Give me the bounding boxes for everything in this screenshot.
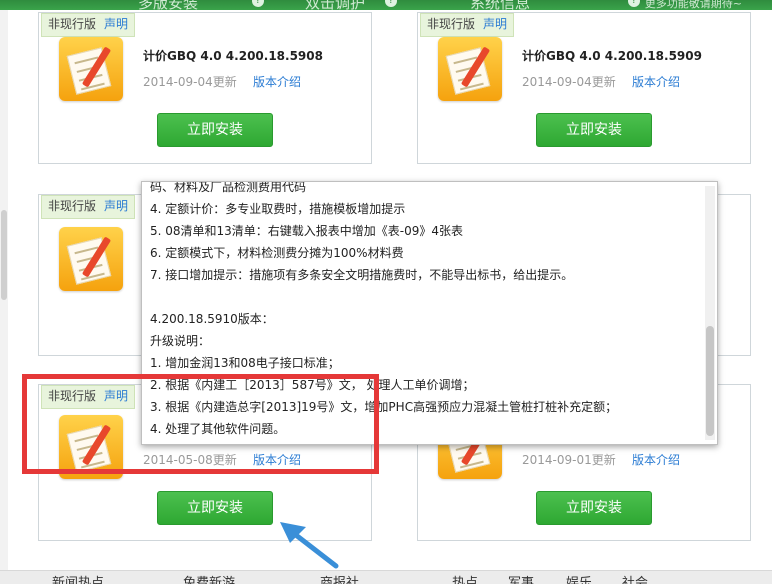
tag-label: 非现行版 <box>48 199 97 213</box>
tag-label: 非现行版 <box>427 17 476 31</box>
note-line: 5. 08清单和13清单：右键载入报表中增加《表-09》4张表 <box>150 224 464 238</box>
update-date: 2014-09-04更新 <box>522 75 616 89</box>
bottom-tab[interactable]: 社会 <box>622 572 648 584</box>
version-intro-link[interactable]: 版本介绍 <box>253 73 301 90</box>
note-line <box>150 286 699 308</box>
bottom-news-bar: 新闻热点 免费新游 商报社 热点 军事 娱乐 社会 <box>0 570 772 584</box>
statement-link[interactable]: 声明 <box>483 17 507 31</box>
left-scrollbar[interactable] <box>0 10 8 570</box>
non-current-tag: 非现行版 声明 <box>41 195 136 219</box>
version-card: 非现行版 声明 计价GBQ 4.0 4.200.18.5908 2014-09-0… <box>38 12 372 164</box>
bottom-link[interactable]: 商报社 <box>320 572 359 584</box>
statement-link[interactable]: 声明 <box>104 199 128 213</box>
top-nav-bar: 多版安装 ? 双击调护 ? 系统信息 ? 更多功能敬请期待~ <box>0 0 772 10</box>
statement-link[interactable]: 声明 <box>104 17 128 31</box>
note-line: 4. 定额计价：多专业取费时，措施模板增加提示 <box>150 202 406 216</box>
install-button[interactable]: 立即安装 <box>157 491 273 525</box>
nav-double-click[interactable]: 双击调护 <box>305 0 365 10</box>
note-line: 7. 接口增加提示：措施项有多条安全文明措施费时，不能导出标书，给出提示。 <box>150 268 574 282</box>
popup-scroll-thumb[interactable] <box>706 326 714 436</box>
install-button[interactable]: 立即安装 <box>536 491 652 525</box>
bottom-link[interactable]: 新闻热点 <box>52 572 104 584</box>
product-icon <box>59 37 123 101</box>
product-title: 计价GBQ 4.0 4.200.18.5909 <box>522 49 702 63</box>
bottom-tab[interactable]: 娱乐 <box>566 572 592 584</box>
product-title: 计价GBQ 4.0 4.200.18.5908 <box>143 49 323 63</box>
popup-scrollbar[interactable] <box>705 186 715 440</box>
note-line: 1. 增加金润13和08电子接口标准； <box>150 356 340 370</box>
highlight-box <box>22 374 379 474</box>
bottom-tab[interactable]: 热点 <box>452 572 478 584</box>
more-features-text: 更多功能敬请期待~ <box>644 0 742 10</box>
help-icon[interactable]: ? <box>385 0 397 7</box>
product-icon <box>438 37 502 101</box>
note-line: 6. 定额模式下，材料检测费分摊为100%材料费 <box>150 246 404 260</box>
non-current-tag: 非现行版 声明 <box>41 13 136 37</box>
update-date: 2014-09-01更新 <box>522 453 616 467</box>
note-line: 4.200.18.5910版本： <box>150 312 274 326</box>
version-intro-link[interactable]: 版本介绍 <box>632 73 680 90</box>
bottom-link[interactable]: 免费新游 <box>183 572 235 584</box>
version-intro-link[interactable]: 版本介绍 <box>632 451 680 468</box>
version-card: 非现行版 声明 计价GBQ 4.0 4.200.18.5909 2014-09-0… <box>417 12 751 164</box>
help-icon[interactable]: ? <box>628 0 640 7</box>
note-line: 码、材料及厂品检测费用代码 <box>150 181 307 194</box>
update-date: 2014-09-04更新 <box>143 75 237 89</box>
non-current-tag: 非现行版 声明 <box>420 13 515 37</box>
bottom-tab[interactable]: 军事 <box>508 572 534 584</box>
tag-label: 非现行版 <box>48 17 97 31</box>
help-icon[interactable]: ? <box>252 0 264 7</box>
install-button[interactable]: 立即安装 <box>157 113 273 147</box>
product-icon <box>59 227 123 291</box>
note-line: 升级说明： <box>150 334 211 348</box>
nav-system-info[interactable]: 系统信息 <box>470 0 530 10</box>
scroll-thumb[interactable] <box>1 210 7 300</box>
install-button[interactable]: 立即安装 <box>536 113 652 147</box>
nav-multi-install[interactable]: 多版安装 <box>138 0 198 10</box>
